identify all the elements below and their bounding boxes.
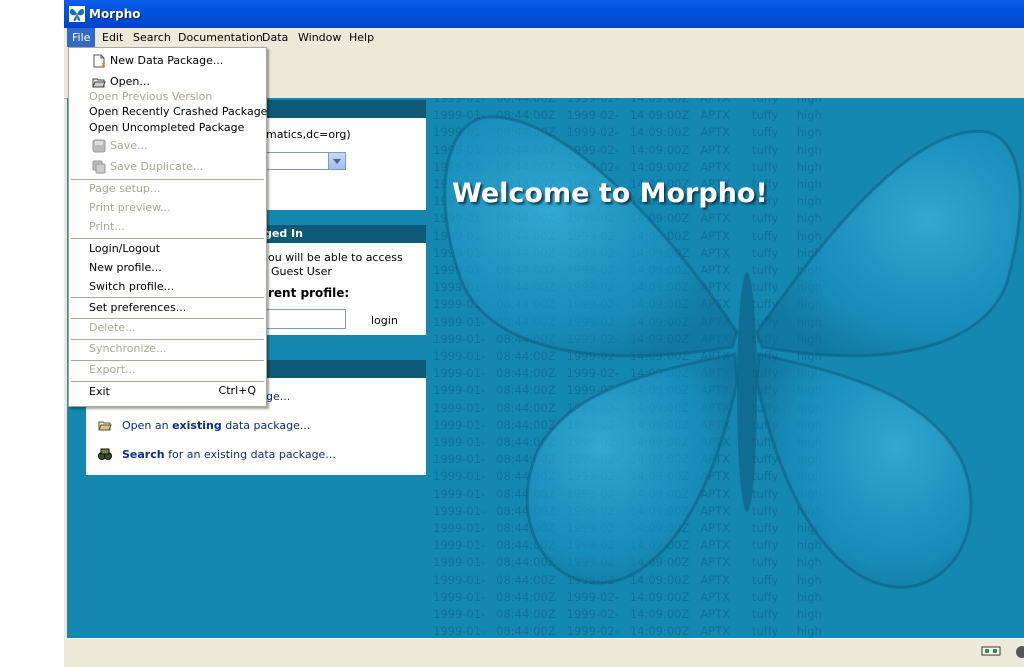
menu-separator (71, 318, 264, 319)
save-icon (92, 139, 106, 153)
menu-help[interactable]: Help (344, 28, 379, 47)
butterfly-app-icon (69, 6, 85, 22)
login-button[interactable]: login (371, 314, 398, 327)
chevron-down-icon[interactable] (328, 153, 345, 169)
menu-separator (71, 339, 264, 340)
menu-item-page-setup[interactable]: Page setup... (89, 181, 160, 197)
menu-separator (71, 360, 264, 361)
menu-separator (71, 238, 264, 239)
status-indicator-icon (1016, 646, 1024, 658)
new-package-icon (93, 54, 106, 68)
menu-item-print-preview[interactable]: Print preview... (89, 200, 171, 216)
menu-data[interactable]: Data (257, 28, 293, 47)
open-existing-link[interactable]: Open an existing data package... (122, 419, 310, 432)
network-status-icon (981, 646, 1001, 656)
org-label: matics,dc=org) (266, 128, 351, 141)
menu-separator (71, 297, 264, 298)
welcome-heading: Welcome to Morpho! (452, 178, 768, 209)
title-bar: Morpho (64, 0, 1024, 30)
menu-item-new-data-package[interactable]: New Data Package... (110, 53, 223, 69)
menu-edit[interactable]: Edit (97, 28, 128, 47)
search-binoculars-icon (98, 448, 112, 460)
exit-shortcut: Ctrl+Q (218, 384, 256, 397)
menu-separator (71, 381, 264, 382)
login-info-line2: Guest User (271, 265, 332, 278)
menu-item-print[interactable]: Print... (89, 219, 125, 235)
menu-item-synchronize[interactable]: Synchronize... (89, 341, 167, 357)
menu-item-open-uncompleted[interactable]: Open Uncompleted Package (89, 120, 244, 136)
menu-item-open-previous-version[interactable]: Open Previous Version (89, 89, 212, 105)
menu-item-save[interactable]: Save... (110, 138, 148, 154)
menu-item-open-recently-crashed[interactable]: Open Recently Crashed Package (89, 104, 267, 120)
menu-item-open[interactable]: Open... (110, 74, 150, 90)
open-folder-icon (98, 421, 112, 431)
menu-search[interactable]: Search (128, 28, 176, 47)
menu-separator (71, 179, 264, 180)
menu-item-export[interactable]: Export... (89, 362, 136, 378)
menu-bar: File Edit Search Documentation Data Wind… (64, 28, 1024, 48)
menu-item-delete[interactable]: Delete... (89, 320, 136, 336)
save-duplicate-icon (92, 160, 106, 174)
login-info-line1: ou will be able to access (268, 251, 403, 264)
status-bar (64, 638, 1024, 667)
menu-window[interactable]: Window (293, 28, 346, 47)
open-icon (92, 78, 106, 88)
menu-item-login-logout[interactable]: Login/Logout (89, 241, 160, 257)
search-existing-link[interactable]: Search for an existing data package... (122, 448, 336, 461)
menu-item-save-duplicate[interactable]: Save Duplicate... (110, 159, 203, 175)
menu-item-switch-profile[interactable]: Switch profile... (89, 279, 174, 295)
menu-item-exit[interactable]: Exit (89, 384, 110, 400)
menu-file[interactable]: File (67, 28, 96, 47)
file-menu-dropdown: New Data Package... Open... Open Previou… (68, 47, 267, 407)
menu-item-set-preferences[interactable]: Set preferences... (89, 300, 186, 316)
menu-item-new-profile[interactable]: New profile... (89, 260, 162, 276)
menu-documentation[interactable]: Documentation (173, 28, 268, 47)
current-profile-label: rent profile: (268, 286, 350, 300)
window-title: Morpho (89, 7, 141, 21)
new-package-link[interactable]: ge... (266, 390, 290, 403)
